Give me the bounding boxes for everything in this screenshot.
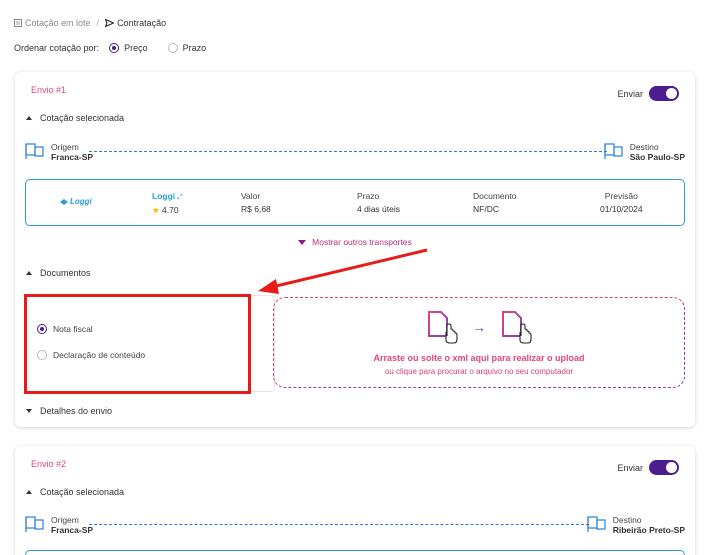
selected-quote-card[interactable]: Loggi Loggi ⤢ ★ 4.70 Valor R$ 6,68 Prazo … xyxy=(25,179,685,226)
calculator-icon xyxy=(14,19,22,27)
breadcrumb-current-label: Contratação xyxy=(117,18,167,28)
destination-value: São Paulo-SP xyxy=(629,152,685,162)
origin: Origem Franca-SP xyxy=(25,515,93,535)
quote-document-header: Documento xyxy=(473,191,517,201)
collapse-icon xyxy=(26,490,32,494)
quote-deadline-header: Prazo xyxy=(357,191,380,201)
quote-section-header[interactable]: Cotação selecionada xyxy=(26,113,124,123)
sort-option-deadline-label: Prazo xyxy=(182,43,207,53)
document-upload-icon xyxy=(502,311,532,344)
arrow-right-icon: → xyxy=(472,319,486,335)
send-toggle[interactable] xyxy=(649,460,679,475)
loggi-logo-icon xyxy=(60,198,68,205)
carrier-logo: Loggi xyxy=(60,197,92,206)
quote-section-header[interactable]: Cotação selecionada xyxy=(26,487,124,497)
quote-document: Documento NF/DC xyxy=(473,190,516,216)
origin-label: Origem xyxy=(51,142,79,152)
destination-label: Destino xyxy=(612,515,642,525)
quote-price: Valor R$ 6,68 xyxy=(241,190,271,216)
breadcrumb-link-batch-quote[interactable]: Cotação em lote xyxy=(14,18,91,28)
show-more-carriers-label: Mostrar outros transportes xyxy=(312,237,412,247)
shipment-title: Envio #1 xyxy=(31,85,67,95)
quote-forecast-header: Previsão xyxy=(604,191,638,201)
send-toggle-group: Enviar xyxy=(617,460,679,475)
quote-price-header: Valor xyxy=(241,191,261,201)
annotation-highlight-box xyxy=(24,294,251,394)
quote-forecast: Previsão 01/10/2024 xyxy=(600,190,643,216)
send-toggle-group: Enviar xyxy=(617,86,679,101)
send-toggle-label: Enviar xyxy=(617,462,643,473)
send-icon xyxy=(105,19,115,27)
selected-quote-card[interactable] xyxy=(25,550,685,555)
origin-value: Franca-SP xyxy=(51,525,94,535)
origin-value: Franca-SP xyxy=(51,152,94,162)
route-line xyxy=(89,151,607,152)
quote-price-value: R$ 6,68 xyxy=(241,204,271,214)
upload-main-text: Arraste ou solte o xml aqui para realiza… xyxy=(373,353,585,363)
carrier-info: Loggi ⤢ ★ 4.70 xyxy=(152,190,183,217)
quote-section-title: Cotação selecionada xyxy=(40,113,125,123)
origin: Origem Franca-SP xyxy=(25,142,93,162)
document-drag-icon xyxy=(428,311,458,344)
details-section-header[interactable]: Detalhes do envio xyxy=(26,406,112,416)
destination: Destino Ribeirão Preto-SP xyxy=(587,515,685,535)
quote-deadline: Prazo 4 dias úteis xyxy=(357,190,400,216)
destination-value: Ribeirão Preto-SP xyxy=(612,525,685,535)
shipment-card-2: Envio #2 Enviar Cotação selecionada Orig… xyxy=(15,446,695,555)
radio-selected-icon[interactable] xyxy=(109,43,120,53)
details-section-title: Detalhes do envio xyxy=(40,406,113,416)
show-more-carriers[interactable]: Mostrar outros transportes xyxy=(15,237,695,247)
sort-option-deadline[interactable]: Prazo xyxy=(167,43,207,53)
xml-upload-dropzone[interactable]: → Arraste ou solte o xml aqui para reali… xyxy=(273,297,685,388)
carrier-logo-text: Loggi xyxy=(70,197,92,206)
send-toggle[interactable] xyxy=(649,86,679,101)
upload-illustration: → xyxy=(274,310,684,344)
quote-deadline-value: 4 dias úteis xyxy=(357,204,400,214)
breadcrumb-parent-label: Cotação em lote xyxy=(25,18,91,28)
route: Origem Franca-SP Destino São Paulo-SP xyxy=(25,142,685,166)
expand-icon xyxy=(298,239,307,245)
destination: Destino São Paulo-SP xyxy=(604,142,685,162)
radio-unselected-icon[interactable] xyxy=(167,43,178,53)
origin-flag-icon xyxy=(25,515,45,532)
sort-label: Ordenar cotação por: xyxy=(14,43,100,53)
star-icon: ★ xyxy=(152,205,160,215)
documents-section-header[interactable]: Documentos xyxy=(26,268,91,278)
external-link-icon[interactable]: ⤢ xyxy=(177,194,183,201)
quote-section-title: Cotação selecionada xyxy=(40,487,125,497)
destination-flag-icon xyxy=(604,142,624,159)
carrier-rating: 4.70 xyxy=(162,205,179,215)
quote-document-value: NF/DC xyxy=(473,204,499,214)
shipment-title: Envio #2 xyxy=(31,459,67,469)
sort-options: Ordenar cotação por: Preço Prazo xyxy=(14,43,206,53)
breadcrumb: Cotação em lote / Contratação xyxy=(14,18,166,28)
origin-label: Origem xyxy=(51,515,79,525)
sort-option-price[interactable]: Preço xyxy=(109,43,148,53)
breadcrumb-current: Contratação xyxy=(105,18,166,28)
upload-sub-text: ou clique para procurar o arquivo no seu… xyxy=(384,367,574,376)
route: Origem Franca-SP Destino Ribeirão Preto-… xyxy=(25,515,685,539)
destination-flag-icon xyxy=(587,515,607,532)
collapse-icon xyxy=(26,116,32,120)
origin-flag-icon xyxy=(25,142,45,159)
carrier-name: Loggi xyxy=(152,191,176,201)
collapse-icon xyxy=(26,271,32,275)
expand-icon xyxy=(26,409,32,413)
breadcrumb-separator: / xyxy=(96,18,100,28)
send-toggle-label: Enviar xyxy=(617,88,643,99)
sort-option-price-label: Preço xyxy=(124,43,148,53)
quote-forecast-value: 01/10/2024 xyxy=(600,204,643,214)
route-line xyxy=(89,524,589,525)
documents-section-title: Documentos xyxy=(40,268,91,278)
destination-label: Destino xyxy=(629,142,659,152)
